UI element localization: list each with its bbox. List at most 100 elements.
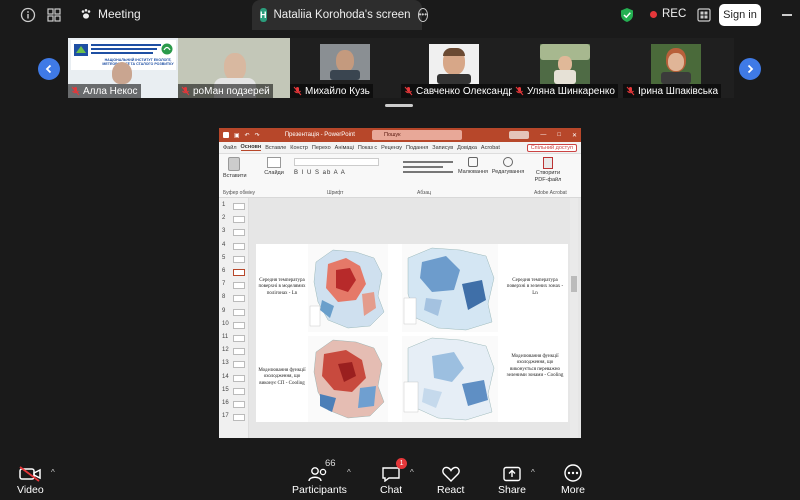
- slide-thumbnail[interactable]: [233, 387, 245, 395]
- slide-thumbnail[interactable]: [233, 242, 245, 250]
- slide-thumbnail[interactable]: [233, 414, 245, 422]
- drawing-button[interactable]: Малювання: [457, 157, 489, 175]
- participants-button[interactable]: Participants: [292, 462, 347, 496]
- participant-tile[interactable]: Михайло Кузь: [290, 38, 401, 98]
- participant-tile[interactable]: Уляна Шинкаренко: [512, 38, 623, 98]
- mic-muted-icon: [293, 86, 302, 96]
- slide-thumbnail[interactable]: [233, 203, 245, 210]
- slides-button[interactable]: Слайди: [263, 157, 285, 176]
- ppt-search-box[interactable]: Пошук: [371, 130, 462, 140]
- caption-bottom-right: Моделювання функції охолодження, що вико…: [506, 354, 564, 378]
- menu-insert[interactable]: Вставле: [265, 145, 286, 151]
- slide-thumbnail[interactable]: [233, 321, 245, 329]
- participant-name-tag: Ірина Шпаківська: [623, 84, 722, 98]
- slide-thumbnail-number: 10: [222, 320, 229, 327]
- institute-logo-icon: [74, 44, 88, 56]
- participants-options-caret[interactable]: ^: [347, 468, 351, 477]
- strip-next-button[interactable]: [739, 58, 761, 80]
- slide-thumbnail[interactable]: [233, 269, 245, 276]
- font-family-select[interactable]: [294, 158, 379, 166]
- menu-help[interactable]: Довідка: [457, 145, 477, 151]
- video-thumbnail: [540, 44, 590, 84]
- redo-icon[interactable]: ↷: [255, 132, 260, 139]
- screen-share-tab[interactable]: H Nataliia Korohoda's screen •••: [252, 0, 428, 30]
- menu-record[interactable]: Записув: [432, 145, 453, 151]
- meeting-menu[interactable]: Meeting: [80, 7, 141, 21]
- menu-review[interactable]: Рецензу: [381, 145, 402, 151]
- participant-tile[interactable]: Савченко Олександр: [401, 38, 517, 98]
- current-slide[interactable]: Середня температура поверхні в моделямих…: [256, 244, 568, 422]
- shared-screen[interactable]: ▣ ↶ ↷ Презентація - PowerPoint Пошук — □…: [219, 128, 581, 438]
- slide-thumbnail[interactable]: [233, 401, 245, 408]
- slide-thumbnail[interactable]: [233, 282, 245, 290]
- slide-thumbnail-panel[interactable]: 1 2 3 4 5 6 7 8 9 10 11 12 13 14 15 16 17: [219, 198, 249, 438]
- group-font-label: Шрифт: [327, 190, 344, 196]
- undo-icon[interactable]: ↶: [245, 132, 250, 139]
- ppt-account-button[interactable]: [509, 131, 530, 139]
- video-label: Video: [17, 484, 44, 496]
- slide-thumbnail-number: 8: [222, 294, 226, 301]
- ppt-editor: 1 2 3 4 5 6 7 8 9 10 11 12 13 14 15 16 17: [219, 198, 581, 438]
- recording-indicator[interactable]: REC: [650, 8, 686, 20]
- more-button[interactable]: More: [561, 462, 585, 496]
- menu-acrobat[interactable]: Acrobat: [481, 145, 500, 151]
- menu-design[interactable]: Констр: [290, 145, 308, 151]
- paste-button[interactable]: Вставити: [223, 157, 247, 179]
- save-icon[interactable]: ▣: [234, 132, 240, 139]
- share-options-caret[interactable]: ^: [531, 468, 535, 477]
- menu-view[interactable]: Подання: [406, 145, 428, 151]
- chat-options-caret[interactable]: ^: [410, 468, 414, 477]
- view-grid-icon[interactable]: [47, 8, 61, 22]
- slide-thumbnail[interactable]: [233, 255, 245, 263]
- menu-file[interactable]: Файл: [223, 145, 237, 151]
- slide-thumbnail[interactable]: [233, 361, 245, 369]
- menu-transitions[interactable]: Перехо: [312, 145, 331, 151]
- group-acrobat-label: Adobe Acrobat: [534, 190, 567, 196]
- person-face: [224, 53, 246, 81]
- editing-button[interactable]: Редагування: [491, 157, 525, 175]
- ppt-vertical-scrollbar[interactable]: [570, 198, 578, 438]
- font-format-buttons[interactable]: B I U S ab A A: [294, 170, 394, 178]
- slide-thumbnail-number: 16: [222, 400, 229, 406]
- slide-thumbnail-number: 11: [222, 334, 229, 340]
- ppt-close-icon[interactable]: ✕: [572, 132, 577, 139]
- video-button[interactable]: Video: [17, 462, 44, 496]
- ppt-minimize-icon[interactable]: —: [540, 132, 546, 138]
- ppt-share-button[interactable]: Спільний доступ: [526, 143, 577, 152]
- video-options-caret[interactable]: ^: [51, 468, 55, 477]
- slide-thumbnail[interactable]: [233, 335, 245, 342]
- share-screen-icon: [503, 466, 521, 482]
- participant-tile[interactable]: Ірина Шпаківська: [623, 38, 734, 98]
- slide-thumbnail[interactable]: [233, 295, 245, 303]
- slide-thumbnail[interactable]: [233, 374, 245, 382]
- chat-button[interactable]: 1 Chat: [380, 458, 408, 496]
- sign-in-button[interactable]: Sign in: [719, 4, 761, 26]
- react-button[interactable]: React: [437, 462, 464, 496]
- heart-icon: [441, 466, 460, 482]
- participant-tile[interactable]: НАЦІОНАЛЬНИЙ ІНСТИТУТ ЕКОЛОГІЇ, МЕТЕОРОЛ…: [68, 38, 178, 98]
- paragraph-controls[interactable]: [403, 158, 463, 178]
- menu-slideshow[interactable]: Показ с: [358, 145, 377, 151]
- slide-icon: [267, 157, 281, 168]
- ppt-maximize-icon[interactable]: □: [557, 132, 561, 138]
- slide-thumbnail[interactable]: [233, 348, 245, 356]
- shield-check-icon[interactable]: [620, 7, 634, 23]
- map-surface-temperature-2: [402, 244, 498, 332]
- participant-name-tag: Алла Некос: [68, 84, 141, 98]
- more-options-icon[interactable]: •••: [417, 8, 428, 22]
- slide-thumbnail[interactable]: [233, 229, 245, 237]
- info-icon[interactable]: [20, 7, 36, 23]
- participant-tile[interactable]: роМан подзерей: [178, 38, 290, 98]
- strip-resize-handle[interactable]: [385, 104, 413, 107]
- menu-animations[interactable]: Анімаці: [335, 145, 354, 151]
- gallery-view-icon[interactable]: [697, 8, 711, 22]
- strip-prev-button[interactable]: [38, 58, 60, 80]
- scrollbar-thumb[interactable]: [571, 276, 577, 292]
- minimize-icon[interactable]: [782, 14, 792, 16]
- slide-thumbnail-number: 2: [222, 215, 226, 222]
- create-pdf-button[interactable]: Створити PDF-файл: [531, 157, 565, 183]
- slide-thumbnail[interactable]: [233, 308, 245, 316]
- slide-thumbnail[interactable]: [233, 216, 245, 224]
- menu-home[interactable]: Основн: [240, 144, 262, 151]
- share-button[interactable]: Share: [498, 462, 526, 496]
